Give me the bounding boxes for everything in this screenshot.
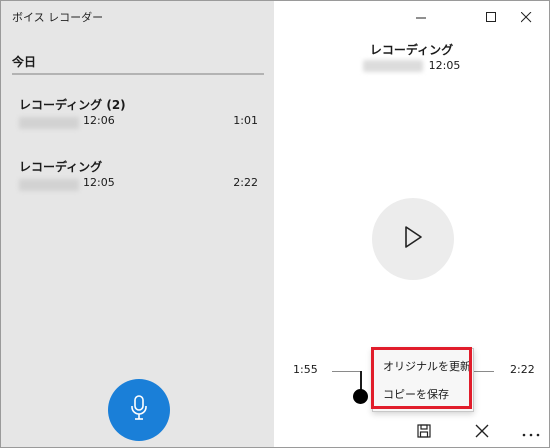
recording-time: 12:05 bbox=[428, 59, 461, 72]
play-button[interactable] bbox=[372, 198, 454, 280]
record-button[interactable] bbox=[108, 379, 170, 441]
recording-list-item[interactable]: レコーディング (2) 12:06 1:01 bbox=[1, 96, 274, 152]
current-time: 1:55 bbox=[293, 363, 318, 376]
trim-button[interactable] bbox=[470, 421, 494, 443]
maximize-icon bbox=[485, 8, 497, 27]
recording-title: レコーディング bbox=[369, 43, 454, 57]
playhead-marker[interactable] bbox=[353, 389, 368, 404]
recording-meta: 12:05 bbox=[274, 59, 549, 72]
microphone-icon bbox=[130, 395, 148, 425]
recording-time: 12:05 bbox=[83, 176, 115, 189]
more-options-button[interactable] bbox=[519, 421, 543, 443]
recording-date-blurred bbox=[19, 117, 79, 129]
recording-list-item[interactable]: レコーディング 12:05 2:22 bbox=[1, 158, 274, 214]
more-icon bbox=[522, 423, 540, 442]
timeline-track-left bbox=[332, 371, 360, 372]
total-time: 2:22 bbox=[510, 363, 535, 376]
trim-icon bbox=[475, 423, 489, 442]
minimize-button[interactable] bbox=[405, 4, 437, 30]
recording-duration: 2:22 bbox=[233, 176, 258, 189]
recording-duration: 1:01 bbox=[233, 114, 258, 127]
app-title: ボイス レコーダー bbox=[12, 11, 104, 24]
context-menu: オリジナルを更新 コピーを保存 bbox=[372, 348, 474, 412]
app-window: ボイス レコーダー 今日 レコーディング (2) 12:06 1:01 レコーデ… bbox=[0, 0, 550, 448]
save-button[interactable] bbox=[412, 421, 436, 443]
recording-date-blurred bbox=[362, 60, 423, 72]
playback-pane: レコーディング 12:05 1:55 2:22 オリジナルを更新 コピーを保存 bbox=[274, 1, 549, 447]
section-header-today: 今日 bbox=[12, 55, 37, 69]
recording-time: 12:06 bbox=[83, 114, 115, 127]
recording-name: レコーディング bbox=[19, 160, 103, 174]
menu-item-save-copy[interactable]: コピーを保存 bbox=[383, 386, 449, 402]
recording-name: レコーディング (2) bbox=[19, 98, 126, 112]
section-divider bbox=[12, 73, 264, 75]
minimize-icon bbox=[415, 8, 427, 27]
save-icon bbox=[417, 423, 431, 442]
play-icon bbox=[403, 225, 423, 253]
maximize-button[interactable] bbox=[475, 4, 507, 30]
close-icon bbox=[520, 8, 532, 27]
recording-date-blurred bbox=[19, 179, 79, 191]
menu-item-update-original[interactable]: オリジナルを更新 bbox=[383, 358, 471, 374]
close-button[interactable] bbox=[510, 4, 542, 30]
recordings-pane: ボイス レコーダー 今日 レコーディング (2) 12:06 1:01 レコーデ… bbox=[1, 1, 274, 447]
